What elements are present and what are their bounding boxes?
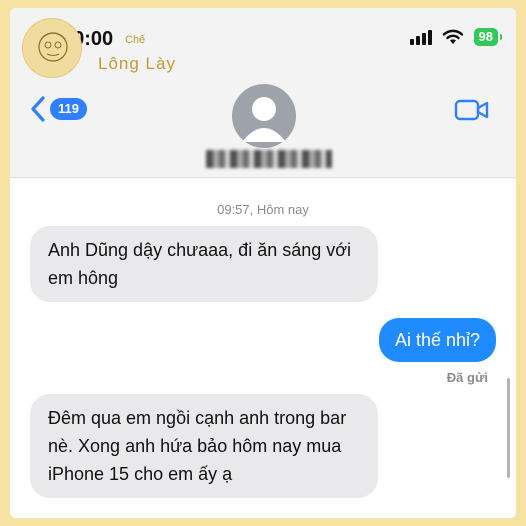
unread-count-badge: 119 [50,98,87,120]
battery-icon: 98 [473,28,503,46]
conversation-header: 10:00 98 Chế Lông Lày 119 [10,8,516,178]
status-icons: 98 [409,28,503,46]
contact-name-redacted[interactable] [206,150,332,168]
delivery-status: Đã gửi [446,370,488,385]
contact-avatar-icon[interactable] [232,84,296,148]
watermark-avatar [22,18,82,78]
outgoing-message[interactable]: Ai thế nhỉ? [378,318,496,362]
incoming-message[interactable]: Anh Dũng dậy chưaaa, đi ăn sáng với em h… [30,226,378,302]
wifi-icon [442,29,463,44]
incoming-message[interactable]: Đêm qua em ngồi cạnh anh trong bar nè. X… [30,394,378,498]
message-timestamp: 09:57, Hôm nay [217,202,309,217]
signal-icon [409,29,432,45]
watermark-small-text: Chế [125,34,146,46]
messages-screen: 10:00 98 Chế Lông Lày 119 09:57, Hôm nay… [10,8,516,518]
video-call-icon[interactable] [454,98,490,122]
watermark-name: Lông Lày [98,54,176,73]
back-chevron-icon [31,96,45,122]
scrollbar[interactable] [507,378,510,478]
back-button[interactable]: 119 [30,96,87,122]
